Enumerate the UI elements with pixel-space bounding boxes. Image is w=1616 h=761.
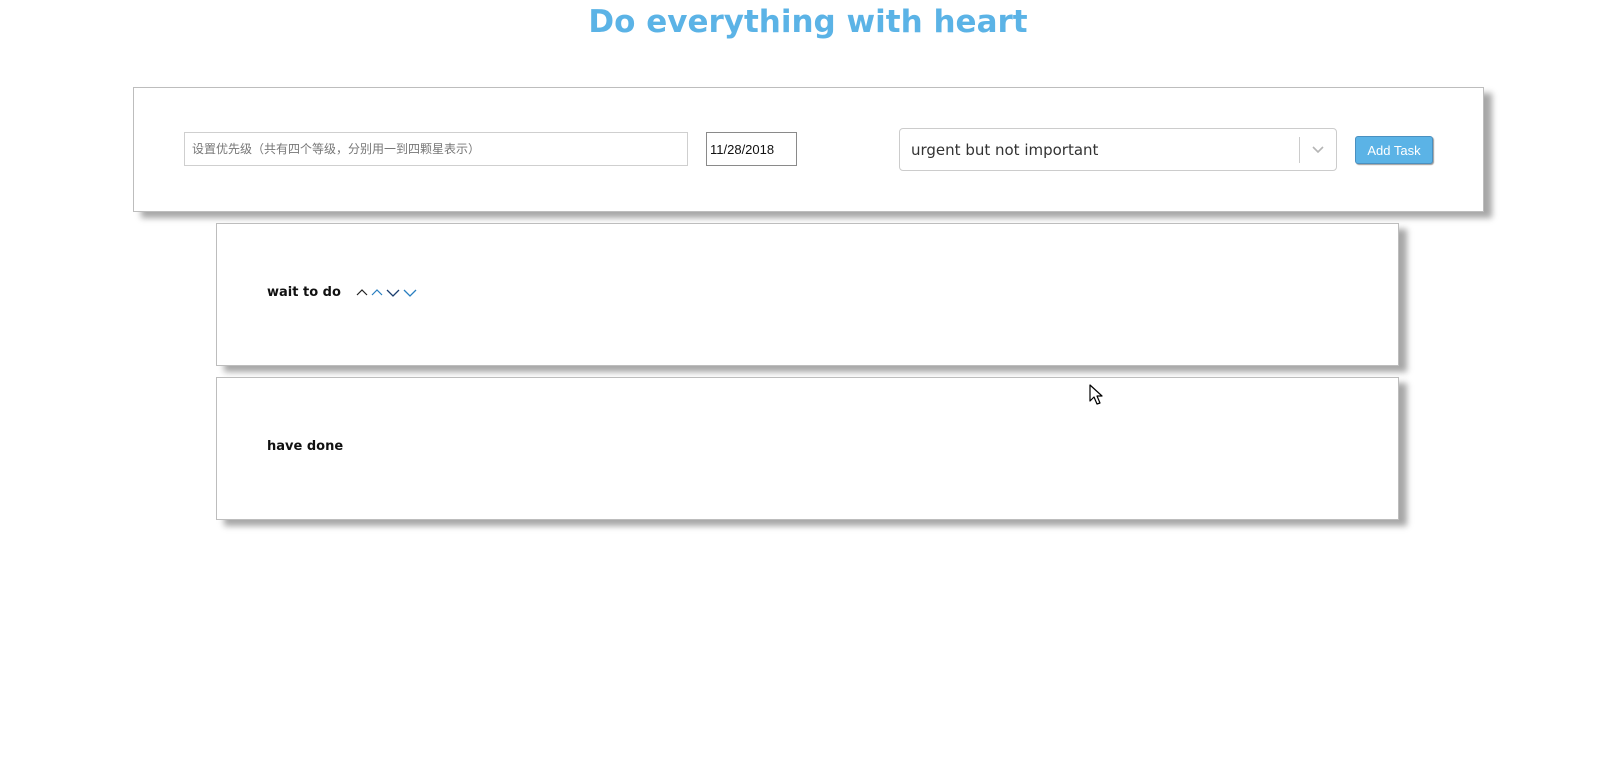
chevron-down-icon[interactable] bbox=[385, 288, 401, 298]
priority-select[interactable]: urgent but not important bbox=[899, 128, 1337, 171]
chevron-up-icon[interactable] bbox=[355, 288, 369, 298]
done-list-heading: have done bbox=[267, 439, 343, 454]
priority-selected-value: urgent but not important bbox=[911, 141, 1099, 159]
todo-list-panel: wait to do bbox=[216, 223, 1399, 366]
chevron-down-icon[interactable] bbox=[402, 288, 418, 298]
chevron-down-icon[interactable] bbox=[1300, 129, 1336, 170]
task-form-panel: urgent but not important Add Task bbox=[133, 87, 1484, 212]
task-input[interactable] bbox=[184, 132, 688, 166]
todo-list-heading: wait to do bbox=[267, 285, 418, 300]
priority-stars bbox=[355, 288, 418, 298]
page: Do everything with heart urgent but not … bbox=[0, 0, 1616, 761]
date-input[interactable] bbox=[706, 132, 797, 166]
done-list-panel: have done bbox=[216, 377, 1399, 520]
chevron-up-icon[interactable] bbox=[370, 288, 384, 298]
add-task-button[interactable]: Add Task bbox=[1355, 136, 1433, 164]
done-list-title: have done bbox=[267, 439, 344, 454]
page-title: Do everything with heart bbox=[588, 4, 1028, 40]
todo-list-title: wait to do bbox=[267, 285, 341, 300]
